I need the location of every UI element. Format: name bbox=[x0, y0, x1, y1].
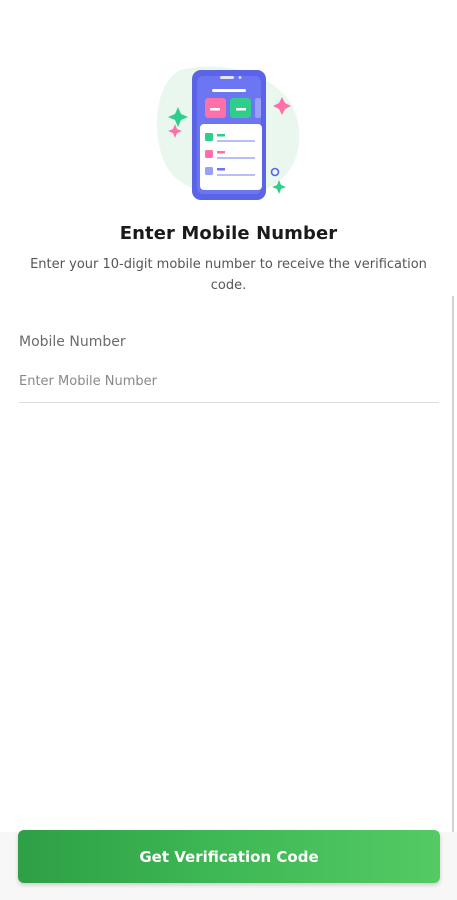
phone-verification-illustration bbox=[150, 62, 310, 207]
smartphone-icon bbox=[156, 66, 300, 200]
page-subtitle: Enter your 10-digit mobile number to rec… bbox=[30, 257, 427, 293]
get-verification-code-button[interactable]: Get Verification Code bbox=[18, 830, 440, 883]
mobile-number-label: Mobile Number bbox=[19, 334, 126, 350]
page-title: Enter Mobile Number bbox=[119, 223, 338, 244]
scrollbar[interactable] bbox=[452, 296, 454, 886]
mobile-number-input[interactable] bbox=[19, 368, 439, 403]
